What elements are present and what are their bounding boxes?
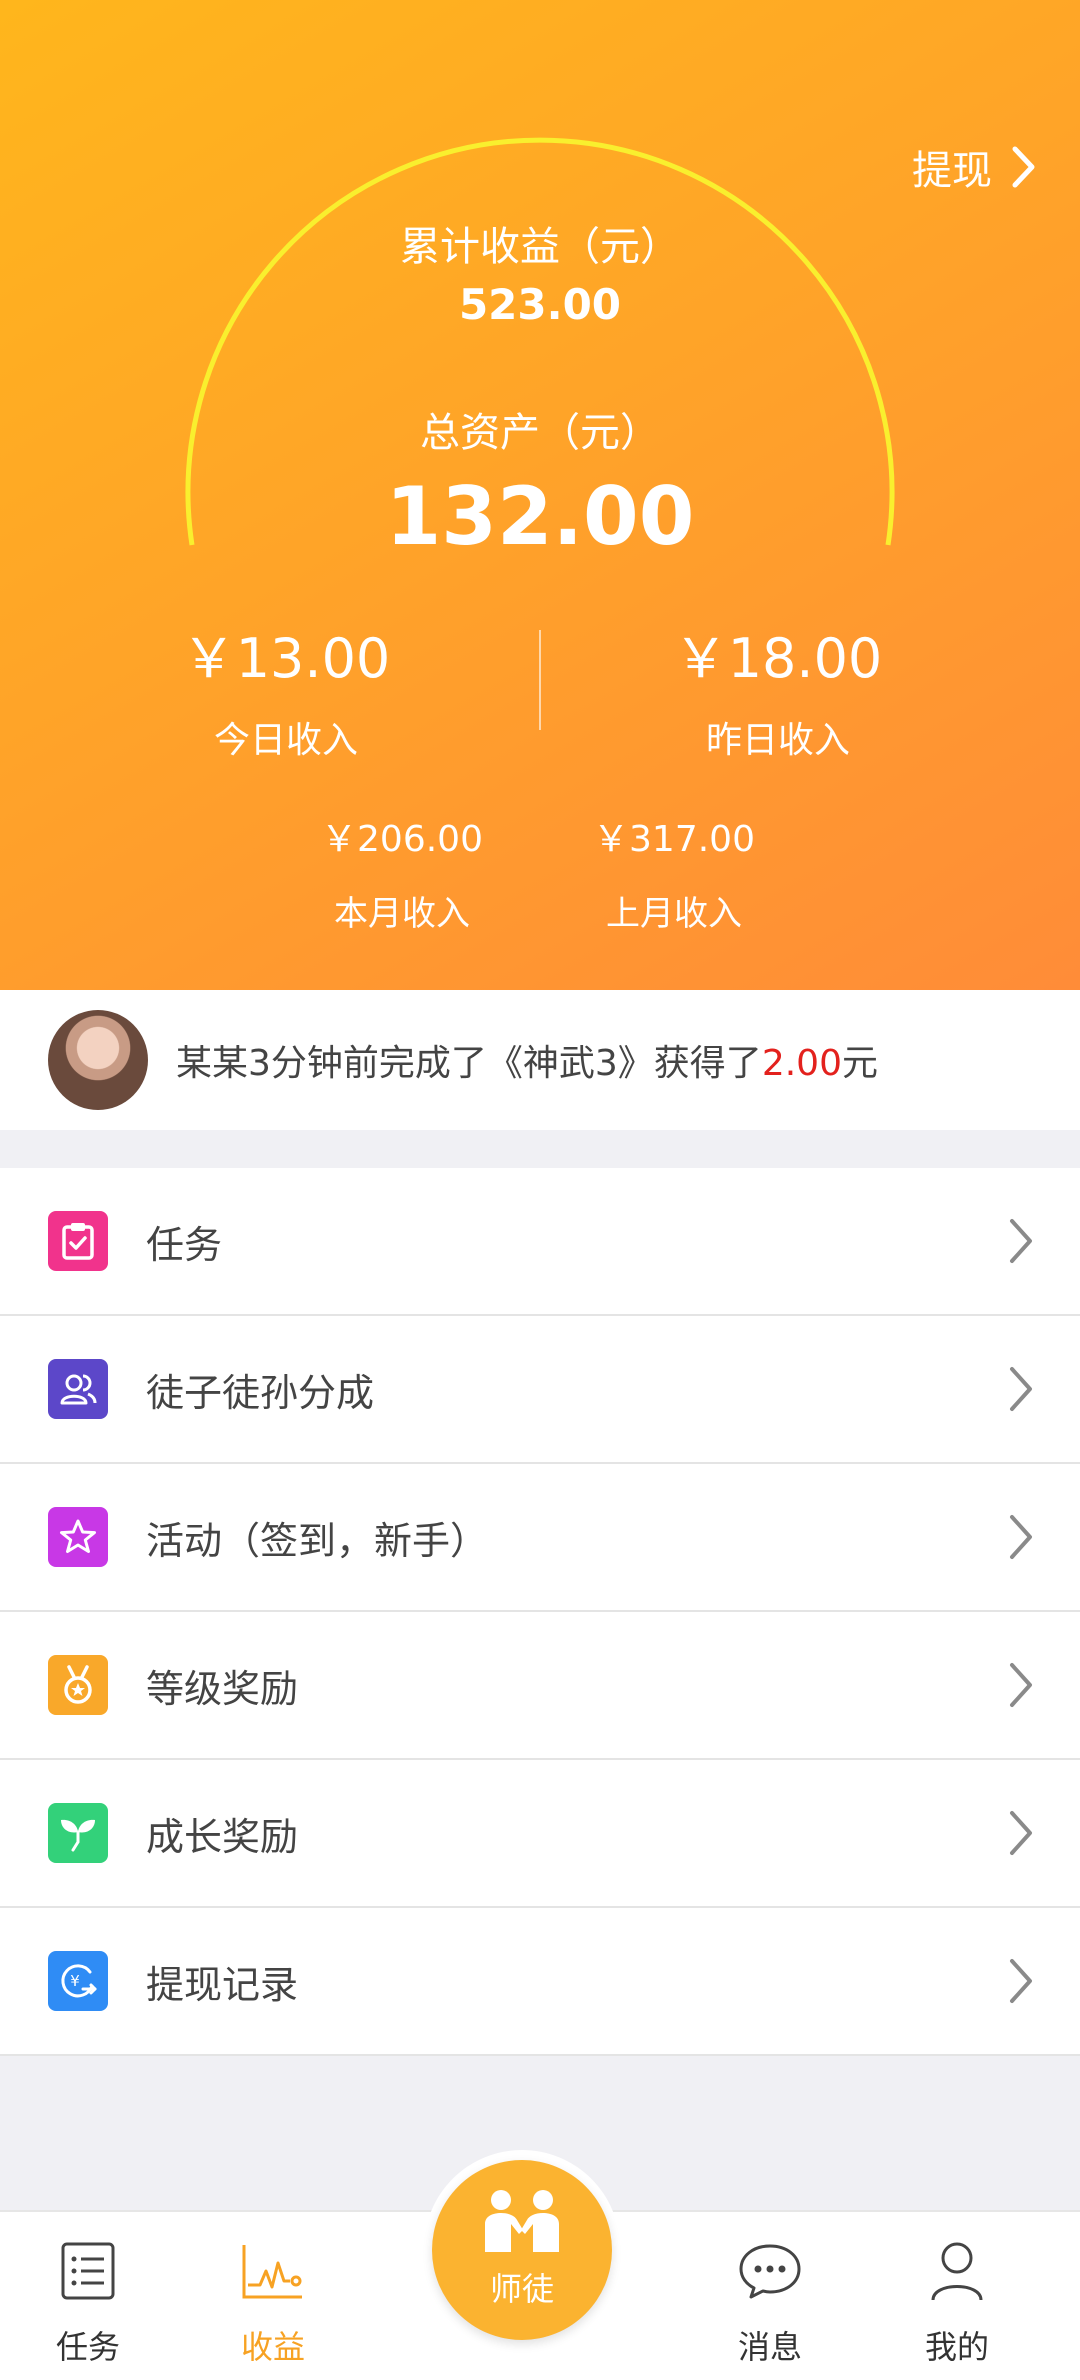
chevron-right-icon <box>1012 146 1035 188</box>
menu-item-disciples-share[interactable]: 徒子徒孙分成 <box>0 1316 1080 1464</box>
sprout-icon <box>48 1803 108 1863</box>
yesterday-income: ￥18.00 昨日收入 <box>578 614 978 763</box>
medal-icon <box>48 1655 108 1715</box>
tab-messages-label: 消息 <box>737 2328 802 2366</box>
chevron-right-icon <box>1010 1515 1032 1559</box>
tab-mine[interactable]: 我的 <box>887 2238 1027 2368</box>
chevron-right-icon <box>1010 1367 1032 1411</box>
today-income-label: 今日收入 <box>213 720 358 761</box>
total-assets-value: 132.00 <box>385 470 695 563</box>
stats-divider <box>539 630 541 730</box>
list-icon <box>18 2238 158 2304</box>
withdraw-label: 提现 <box>912 148 992 194</box>
chevron-right-icon <box>1010 1959 1032 2003</box>
chat-bubble-icon <box>700 2238 840 2304</box>
menu-item-growth-rewards[interactable]: 成长奖励 <box>0 1760 1080 1908</box>
tab-tasks-label: 任务 <box>55 2328 120 2366</box>
cumulative-earnings-label: 累计收益（元） <box>400 224 680 270</box>
tab-tasks[interactable]: 任务 <box>18 2238 158 2368</box>
earnings-menu: 任务 徒子徒孙分成 活动（签到，新手） 等级奖励 成长奖励 ¥ 提现记录 <box>0 1168 1080 2056</box>
tab-earnings[interactable]: 收益 <box>203 2238 343 2368</box>
tab-mentorship-label: 师徒 <box>489 2270 554 2308</box>
chevron-right-icon <box>1010 1219 1032 1263</box>
clipboard-check-icon <box>48 1211 108 1271</box>
menu-label-activities: 活动（签到，新手） <box>146 1518 489 1563</box>
total-assets-label: 总资产（元） <box>420 410 660 456</box>
notice-prefix: 某某3分钟前完成了《神武3》获得了 <box>176 1043 762 1084</box>
yesterday-income-label: 昨日收入 <box>705 720 850 761</box>
chevron-right-icon <box>1010 1663 1032 1707</box>
menu-label-level-rewards: 等级奖励 <box>146 1666 299 1711</box>
tab-mine-label: 我的 <box>924 2328 989 2366</box>
users-icon <box>48 1359 108 1419</box>
star-icon <box>48 1507 108 1567</box>
user-icon <box>887 2238 1027 2304</box>
tab-mentorship-button[interactable]: 师徒 <box>432 2160 612 2340</box>
this-month-income: ￥206.00 本月收入 <box>272 810 532 935</box>
handshake-people-icon <box>432 2188 612 2258</box>
avatar <box>48 1010 148 1110</box>
this-month-income-value: ￥206.00 <box>321 819 483 860</box>
tab-messages[interactable]: 消息 <box>700 2238 840 2368</box>
yesterday-income-value: ￥18.00 <box>673 627 883 690</box>
withdraw-link[interactable]: 提现 <box>912 134 1036 200</box>
today-income-value: ￥13.00 <box>181 627 391 690</box>
menu-item-activities[interactable]: 活动（签到，新手） <box>0 1464 1080 1612</box>
last-month-income-label: 上月收入 <box>606 894 742 934</box>
last-month-income-value: ￥317.00 <box>593 819 755 860</box>
menu-label-growth-rewards: 成长奖励 <box>146 1814 299 1859</box>
menu-item-level-rewards[interactable]: 等级奖励 <box>0 1612 1080 1760</box>
menu-item-withdraw-records[interactable]: ¥ 提现记录 <box>0 1908 1080 2056</box>
menu-item-tasks[interactable]: 任务 <box>0 1168 1080 1316</box>
notice-amount: 2.00 <box>761 1043 842 1084</box>
menu-label-disciples-share: 徒子徒孙分成 <box>146 1370 375 1415</box>
menu-label-withdraw-records: 提现记录 <box>146 1962 299 2007</box>
this-month-income-label: 本月收入 <box>334 894 470 934</box>
notice-suffix: 元 <box>841 1043 878 1084</box>
today-income: ￥13.00 今日收入 <box>86 614 486 763</box>
activity-notice: 某某3分钟前完成了《神武3》获得了2.00元 <box>0 990 1080 1130</box>
notice-text: 某某3分钟前完成了《神武3》获得了2.00元 <box>176 1034 878 1086</box>
earnings-header: 提现 累计收益（元） 523.00 总资产（元） 132.00 ￥13.00 今… <box>0 0 1080 990</box>
cumulative-earnings-value: 523.00 <box>458 280 622 329</box>
chevron-right-icon <box>1010 1811 1032 1855</box>
chart-line-icon <box>203 2238 343 2304</box>
last-month-income: ￥317.00 上月收入 <box>544 810 804 935</box>
svg-text:¥: ¥ <box>70 1972 80 1990</box>
tab-earnings-label: 收益 <box>240 2328 305 2366</box>
yuan-transfer-icon: ¥ <box>48 1951 108 2011</box>
menu-label-tasks: 任务 <box>146 1222 223 1267</box>
